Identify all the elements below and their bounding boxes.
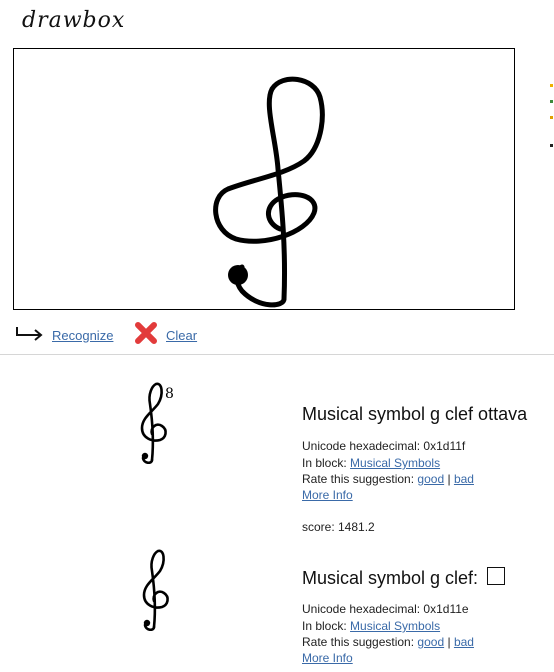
clear-link[interactable]: Clear: [166, 328, 197, 343]
result-item: Musical symbol g clef: Unicode hexadecim…: [0, 545, 554, 672]
recognize-link[interactable]: Recognize: [52, 328, 113, 343]
rate-line: Rate this suggestion: good | bad: [302, 472, 474, 486]
score: score: 1481.2: [302, 520, 375, 534]
ottava-superscript: 8: [165, 386, 174, 402]
unicode-line: Unicode hexadecimal: 0x1d11f: [302, 439, 466, 453]
result-title: Musical symbol g clef ottava: [302, 404, 528, 424]
unicode-value: 0x1d11f: [423, 439, 466, 453]
return-arrow-icon: [14, 325, 44, 346]
block-link[interactable]: Musical Symbols: [350, 456, 440, 470]
block-line: In block: Musical Symbols: [302, 456, 441, 470]
clear-x-icon: [134, 321, 158, 350]
user-drawing: [213, 76, 325, 308]
clear-action[interactable]: Clear: [134, 321, 197, 346]
unicode-value: 0x1d11e: [423, 602, 469, 616]
block-line: In block: Musical Symbols: [302, 619, 441, 633]
drawing-canvas[interactable]: [13, 48, 515, 310]
bad-link[interactable]: bad: [454, 635, 474, 649]
missing-glyph-box-icon: [487, 567, 506, 585]
app-logo: drawbox: [22, 8, 126, 33]
more-info-line: More Info: [302, 488, 353, 502]
more-info-link[interactable]: More Info: [302, 488, 353, 502]
divider: [0, 354, 554, 355]
more-info-link[interactable]: More Info: [302, 651, 353, 665]
bad-link[interactable]: bad: [454, 472, 474, 486]
more-info-line: More Info: [302, 651, 353, 665]
side-decoration: [550, 84, 554, 154]
g-clef-ottava-icon: 8: [134, 380, 178, 465]
rate-line: Rate this suggestion: good | bad: [302, 635, 474, 649]
block-link[interactable]: Musical Symbols: [350, 619, 440, 633]
good-link[interactable]: good: [417, 635, 444, 649]
unicode-line: Unicode hexadecimal: 0x1d11e: [302, 602, 469, 616]
g-clef-icon: [134, 547, 178, 632]
result-title: Musical symbol g clef:: [302, 567, 506, 589]
result-item: 8 Musical symbol g clef ottava Unicode h…: [0, 380, 554, 540]
good-link[interactable]: good: [417, 472, 444, 486]
recognize-action[interactable]: Recognize: [14, 324, 113, 346]
